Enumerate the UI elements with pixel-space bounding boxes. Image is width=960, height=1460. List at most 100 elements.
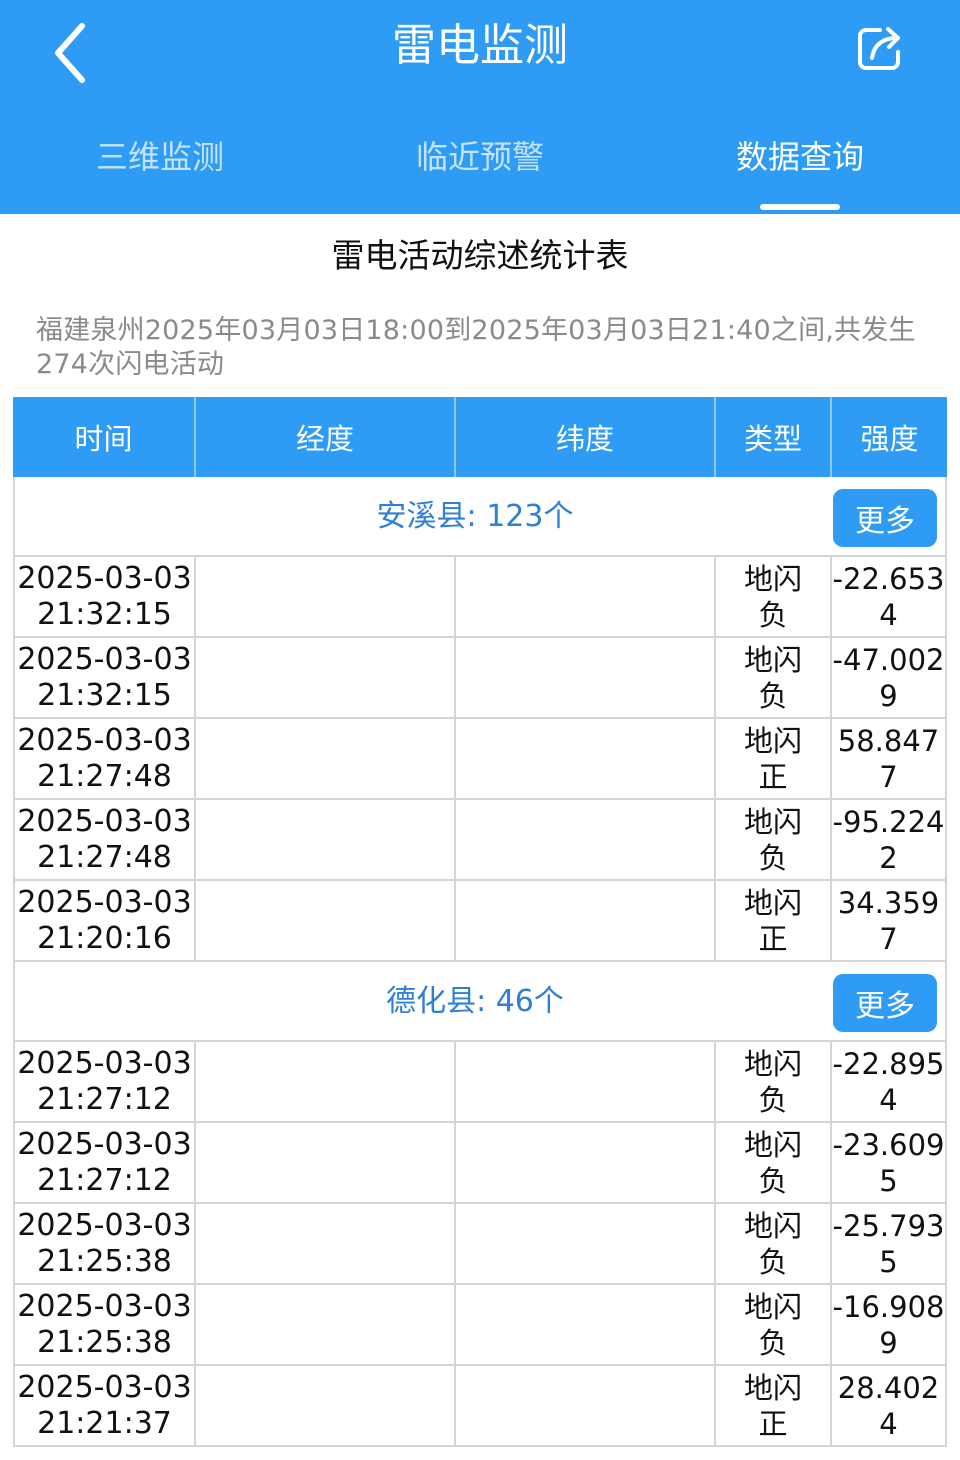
group-row: 德化县: 46个 更多 [13,962,947,1042]
table-body: 安溪县: 123个 更多 2025-03-03 21:32:15 地闪负 -22.6534… [13,477,947,1447]
cell-time-text: 21:27:48 [37,839,172,875]
cell-type-text: 地闪正 [743,723,802,794]
cell-time: 2025-03-03 21:20:16 [13,881,196,962]
cell-date-text: 2025-03-03 [17,1207,192,1243]
cell-time: 2025-03-03 21:32:15 [13,638,196,719]
table-row[interactable]: 2025-03-03 21:21:37 地闪正 28.4024 [13,1366,947,1447]
cell-strength-text: -25.7935 [832,1208,945,1279]
more-button[interactable]: 更多 [833,489,937,547]
cell-date-text: 2025-03-03 [17,1126,192,1162]
cell-latitude [456,1204,716,1285]
cell-latitude [456,719,716,800]
cell-type: 地闪负 [716,557,832,638]
cell-longitude [196,719,456,800]
cell-strength: -25.7935 [832,1204,947,1285]
cell-date-text: 2025-03-03 [17,1369,192,1405]
column-header-longitude: 经度 [196,397,456,477]
cell-time-text: 21:32:15 [37,596,172,632]
column-header-strength: 强度 [860,422,919,456]
column-header-type: 类型 [716,397,832,477]
cell-strength-text: 28.4024 [837,1370,940,1441]
cell-strength: 58.8477 [832,719,947,800]
cell-type: 地闪负 [716,638,832,719]
table-row[interactable]: 2025-03-03 21:32:15 地闪负 -22.6534 [13,557,947,638]
cell-date-text: 2025-03-03 [17,1045,192,1081]
table-row[interactable]: 2025-03-03 21:27:12 地闪负 -23.6095 [13,1123,947,1204]
cell-strength: 34.3597 [832,881,947,962]
cell-strength-text: -22.6534 [832,561,945,632]
cell-date-text: 2025-03-03 [17,722,192,758]
cell-type-text: 地闪负 [743,1127,802,1198]
cell-date-text: 2025-03-03 [17,560,192,596]
cell-strength-text: -95.2242 [832,804,945,875]
table-row[interactable]: 2025-03-03 21:27:12 地闪负 -22.8954 [13,1042,947,1123]
more-button[interactable]: 更多 [833,974,937,1032]
table-row[interactable]: 2025-03-03 21:27:48 地闪正 58.8477 [13,719,947,800]
app-header: 雷电监测 三维监测 临近预警 数据查询 [0,0,960,214]
cell-strength-text: -16.9089 [832,1289,945,1360]
tab-label: 临近预警 [415,138,544,176]
cell-longitude [196,638,456,719]
cell-strength: -16.9089 [832,1285,947,1366]
table-row[interactable]: 2025-03-03 21:27:48 地闪负 -95.2242 [13,800,947,881]
cell-longitude [196,1042,456,1123]
cell-longitude [196,1285,456,1366]
lightning-table: 时间 经度 纬度 类型 强度 安溪县: 123个 更多 2025-03-03 21:3… [13,397,947,1447]
cell-time-text: 21:21:37 [37,1405,172,1441]
cell-strength-text: 34.3597 [837,885,940,956]
cell-strength: -95.2242 [832,800,947,881]
cell-type: 地闪正 [716,719,832,800]
tab-bar: 三维监测 临近预警 数据查询 [0,128,960,214]
cell-strength: -22.6534 [832,557,947,638]
cell-type: 地闪正 [716,881,832,962]
table-row[interactable]: 2025-03-03 21:20:16 地闪正 34.3597 [13,881,947,962]
table-row[interactable]: 2025-03-03 21:25:38 地闪负 -16.9089 [13,1285,947,1366]
cell-time: 2025-03-03 21:27:48 [13,800,196,881]
cell-strength-text: -22.8954 [832,1046,945,1117]
share-button[interactable] [850,20,910,76]
cell-type-text: 地闪负 [743,804,802,875]
cell-time: 2025-03-03 21:25:38 [13,1285,196,1366]
cell-type: 地闪负 [716,1204,832,1285]
column-header-time: 时间 [13,397,196,477]
cell-longitude [196,1123,456,1204]
table-row[interactable]: 2025-03-03 21:25:38 地闪负 -25.7935 [13,1204,947,1285]
cell-time-text: 21:27:12 [37,1162,172,1198]
cell-type: 地闪负 [716,1285,832,1366]
cell-strength-text: -23.6095 [832,1127,945,1198]
share-icon [858,27,900,70]
report-summary: 福建泉州2025年03月03日18:00到2025年03月03日21:40之间,… [36,315,916,380]
cell-time-text: 21:20:16 [37,920,172,956]
cell-type-text: 地闪负 [743,1208,802,1279]
table-row[interactable]: 2025-03-03 21:32:15 地闪负 -47.0029 [13,638,947,719]
group-row: 安溪县: 123个 更多 [13,477,947,557]
group-label: 德化县: 46个 [386,984,564,1019]
cell-time-text: 21:27:12 [37,1081,172,1117]
cell-latitude [456,800,716,881]
cell-time: 2025-03-03 21:21:37 [13,1366,196,1447]
tab-3d-monitoring[interactable]: 三维监测 [0,128,320,214]
cell-longitude [196,800,456,881]
tab-nowcast-warning[interactable]: 临近预警 [320,128,640,214]
cell-type-text: 地闪负 [743,561,802,632]
cell-strength-text: -47.0029 [832,642,945,713]
cell-time: 2025-03-03 21:27:48 [13,719,196,800]
cell-time: 2025-03-03 21:25:38 [13,1204,196,1285]
cell-latitude [456,1366,716,1447]
cell-latitude [456,638,716,719]
cell-type: 地闪负 [716,1042,832,1123]
cell-type-text: 地闪正 [743,1370,802,1441]
table-header: 时间 经度 纬度 类型 强度 [13,397,947,477]
cell-time: 2025-03-03 21:32:15 [13,557,196,638]
cell-strength: 28.4024 [832,1366,947,1447]
tab-label: 三维监测 [95,138,224,176]
cell-strength: -22.8954 [832,1042,947,1123]
cell-date-text: 2025-03-03 [17,803,192,839]
active-tab-indicator [760,204,840,210]
column-header-latitude: 纬度 [456,397,716,477]
cell-time-text: 21:25:38 [37,1243,172,1279]
cell-date-text: 2025-03-03 [17,1288,192,1324]
tab-data-query[interactable]: 数据查询 [640,128,960,214]
cell-longitude [196,1204,456,1285]
cell-time-text: 21:27:48 [37,758,172,794]
